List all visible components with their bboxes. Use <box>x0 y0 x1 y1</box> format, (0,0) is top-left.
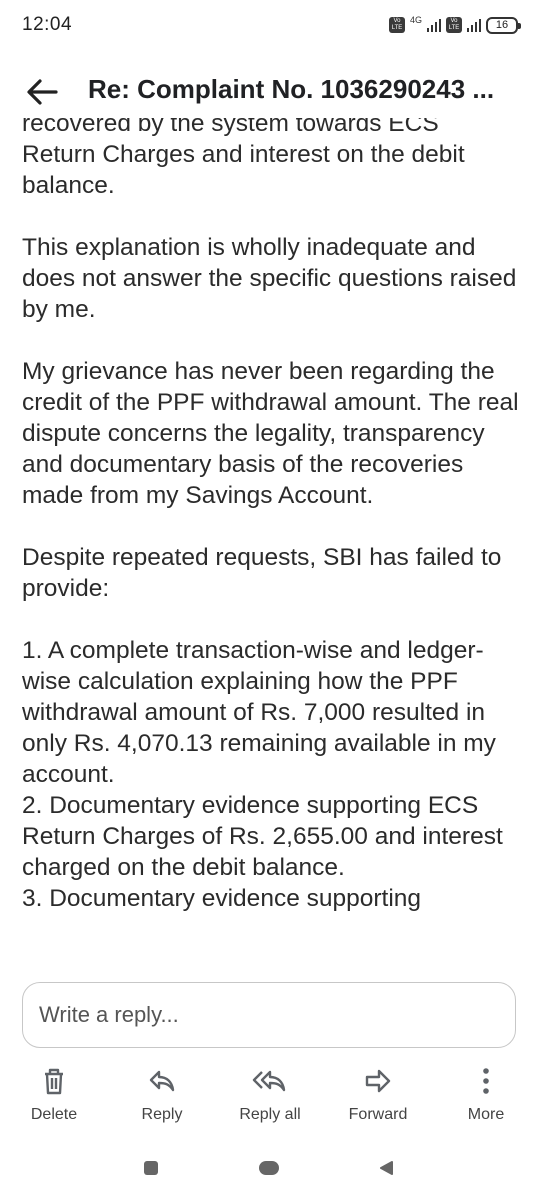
reply-icon <box>149 1070 175 1092</box>
more-label: More <box>467 1106 505 1123</box>
email-subject: Re: Complaint No. 1036290243 ... <box>88 74 495 104</box>
signal-icon <box>427 18 441 32</box>
reply-button[interactable]: Reply <box>108 1060 216 1124</box>
forward-button[interactable]: Forward <box>324 1060 432 1124</box>
reply-placeholder: Write a reply... <box>39 1002 179 1027</box>
reply-all-icon <box>252 1070 286 1092</box>
recents-icon <box>144 1161 158 1175</box>
forward-icon <box>365 1069 391 1093</box>
recents-button[interactable] <box>143 1160 159 1181</box>
home-icon <box>259 1161 279 1175</box>
list-item: 3. Documentary evidence supporting <box>22 885 422 912</box>
list-item: 2. Documentary evidence supporting ECS R… <box>22 792 503 881</box>
home-button[interactable] <box>258 1160 280 1181</box>
volte-icon: Vo LTE <box>388 17 405 33</box>
system-nav-bar <box>0 1150 540 1199</box>
back-button[interactable] <box>22 72 62 112</box>
paragraph: Return Charges and interest on the debit… <box>22 141 465 199</box>
volte-icon-2: Vo LTE <box>446 17 462 33</box>
forward-label: Forward <box>348 1106 408 1123</box>
network-type-label: 4G <box>409 15 422 25</box>
more-button[interactable]: More <box>432 1060 540 1124</box>
arrow-back-icon <box>27 79 58 105</box>
reply-all-button[interactable]: Reply all <box>216 1060 324 1124</box>
trash-icon <box>45 1068 63 1095</box>
reply-label: Reply <box>141 1106 183 1123</box>
battery-icon: 16 <box>486 16 521 34</box>
signal-icon-2 <box>467 18 481 32</box>
back-nav-icon <box>380 1161 393 1175</box>
paragraph: Despite repeated requests, SBI has faile… <box>22 544 502 602</box>
action-bar: Delete Reply Reply all Forward More <box>0 1060 540 1140</box>
back-nav-button[interactable] <box>378 1160 394 1181</box>
more-vert-icon <box>483 1068 489 1094</box>
reply-input[interactable]: Write a reply... <box>22 982 516 1048</box>
email-body: recovered by the system towards ECS Retu… <box>0 118 540 966</box>
reply-all-label: Reply all <box>239 1106 301 1123</box>
partial-line: recovered by the system towards ECS <box>22 118 439 137</box>
status-bar: 12:04 Vo LTE 4G Vo LTE 16 <box>0 0 540 52</box>
paragraph: My grievance has never been regarding th… <box>22 358 519 509</box>
delete-button[interactable]: Delete <box>0 1060 108 1124</box>
status-time: 12:04 <box>22 14 73 35</box>
list-item: 1. A complete transaction-wise and ledge… <box>22 637 496 788</box>
status-icons: Vo LTE 4G Vo LTE 16 <box>388 14 521 36</box>
paragraph: This explanation is wholly inadequate an… <box>22 234 517 323</box>
delete-label: Delete <box>30 1106 78 1123</box>
